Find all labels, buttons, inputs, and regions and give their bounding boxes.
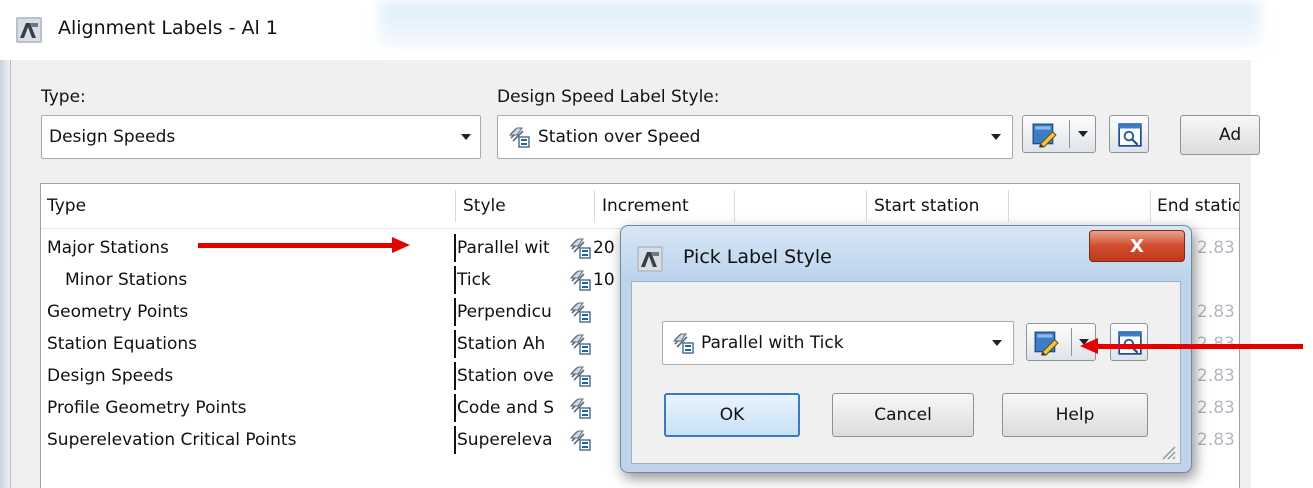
column-header-end-station[interactable]: End statio [1151,184,1239,228]
row-type: Profile Geometry Points [47,398,247,418]
label-style-dropdown[interactable]: Parallel with Tick [662,321,1014,365]
cancel-button-label: Cancel [874,405,932,425]
preview-style-button[interactable] [1109,115,1149,153]
dialog-title: Pick Label Style [683,246,832,268]
annotation-arrow-shaft [198,243,394,248]
ok-button-label: OK [719,405,745,425]
row-type: Design Speeds [47,366,174,386]
row-end-station[interactable]: 2.83 [1197,296,1239,328]
window-title: Alignment Labels - Al 1 [58,17,278,39]
row-type: Major Stations [47,238,169,258]
edit-style-button[interactable] [1022,115,1096,153]
label-style-icon[interactable] [569,397,591,419]
row-style[interactable]: Parallel wit [457,232,569,264]
label-style-icon[interactable] [569,333,591,355]
split-divider [1069,120,1070,148]
row-end-station[interactable]: 2.83 [1197,424,1239,456]
ok-button[interactable]: OK [664,393,800,437]
column-divider [455,190,456,222]
label-style-icon[interactable] [569,429,591,451]
dropdown-arrow-icon [1078,131,1088,137]
row-style[interactable]: Code and S [457,392,569,424]
label-style-value: Parallel with Tick [701,333,844,353]
design-speed-style-label: Design Speed Label Style: [497,87,720,107]
annotation-arrow-shaft [1096,344,1303,349]
preview-style-icon [1117,330,1143,356]
row-type: Geometry Points [47,302,189,322]
autocad-logo-icon [637,246,663,272]
add-button[interactable]: Ad [1180,115,1260,155]
row-increment[interactable]: 20 [593,232,623,264]
row-end-station[interactable]: 2.83 [1197,232,1239,264]
row-style[interactable]: Perpendicu [457,296,569,328]
cell-divider [454,298,456,326]
add-button-label: Ad [1219,125,1242,145]
row-end-station[interactable]: 2.83 [1197,360,1239,392]
row-type: Station Equations [47,334,197,354]
type-label: Type: [41,87,86,107]
chevron-down-icon [991,134,1001,140]
column-header-start-station[interactable]: Start station [868,184,1008,228]
autocad-logo-icon [16,17,42,43]
column-header-increment[interactable]: Increment [596,184,734,228]
column-divider [866,190,867,222]
design-speed-style-value: Station over Speed [538,127,701,147]
label-style-icon [672,332,694,354]
column-divider [734,190,735,222]
cancel-button[interactable]: Cancel [832,393,974,437]
chevron-down-icon [461,134,471,140]
annotation-arrow-head [392,237,410,253]
label-style-icon[interactable] [569,237,591,259]
close-icon: X [1130,235,1144,257]
row-style[interactable]: Station Ah [457,328,569,360]
column-header-blank[interactable] [1010,184,1150,228]
title-bar-glow [380,2,1260,46]
type-dropdown[interactable]: Design Speeds [41,115,481,159]
row-type: Minor Stations [65,270,188,290]
resize-grip-icon[interactable] [1158,442,1176,460]
cell-divider [454,234,456,262]
dialog-body: Parallel with Tick OK Cancel Help [631,281,1181,464]
column-divider [1008,190,1009,222]
type-dropdown-value: Design Speeds [49,127,176,147]
column-header-blank[interactable] [736,184,866,228]
cell-divider [454,394,456,422]
label-style-icon[interactable] [569,269,591,291]
column-divider [594,190,595,222]
design-speed-style-dropdown[interactable]: Station over Speed [497,115,1013,159]
label-style-icon [508,126,530,148]
preview-style-button[interactable] [1110,323,1148,361]
edit-style-icon [1031,122,1057,148]
cell-divider [454,330,456,358]
pick-label-style-dialog: Pick Label Style X Parallel with Tick OK… [620,225,1192,473]
row-increment[interactable]: 10 [593,264,623,296]
cell-divider [454,266,456,294]
label-style-icon[interactable] [569,365,591,387]
edit-style-icon [1033,330,1059,356]
window-left-edge [0,60,10,488]
cell-divider [454,426,456,454]
column-header-style[interactable]: Style [457,184,594,228]
close-button[interactable]: X [1089,230,1185,262]
help-button[interactable]: Help [1002,393,1148,437]
row-end-station[interactable]: 2.83 [1197,392,1239,424]
label-style-icon[interactable] [569,301,591,323]
row-style[interactable]: Tick [457,264,569,296]
row-style[interactable]: Supereleva [457,424,569,456]
row-style[interactable]: Station ove [457,360,569,392]
row-type: Superelevation Critical Points [47,430,297,450]
preview-style-icon [1117,122,1143,148]
chevron-down-icon [992,340,1002,346]
split-divider [1071,328,1072,356]
cell-divider [454,362,456,390]
help-button-label: Help [1055,405,1095,425]
column-header-type[interactable]: Type [41,184,455,228]
